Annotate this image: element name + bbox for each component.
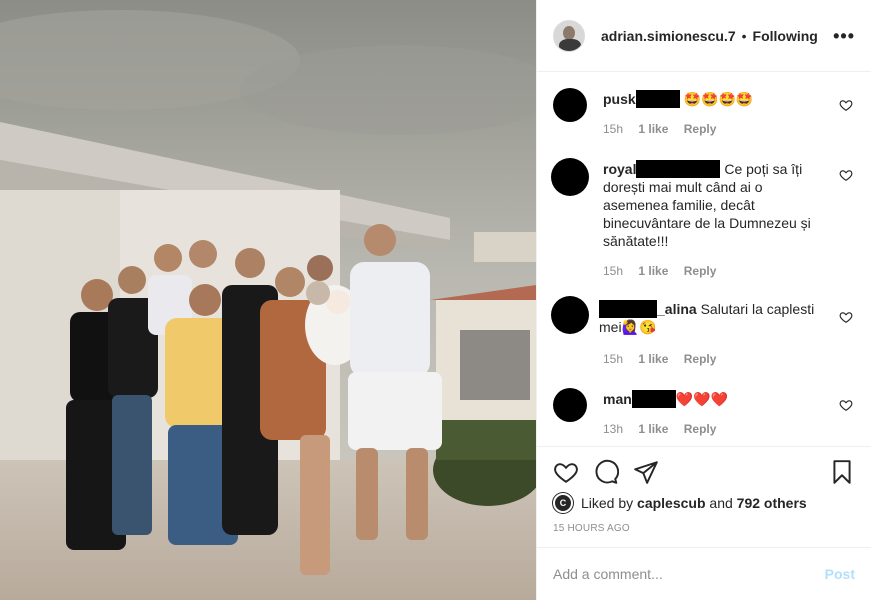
comment-emoji: ❤️❤️❤️ xyxy=(675,391,729,407)
reply-button[interactable]: Reply xyxy=(684,264,717,278)
comment-like-heart-icon[interactable] xyxy=(839,398,853,412)
comment-text: pusk 🤩🤩🤩🤩 xyxy=(603,90,823,108)
commenter-username[interactable]: pusk xyxy=(603,91,636,107)
redaction-bar xyxy=(631,390,676,408)
commenter-avatar[interactable] xyxy=(553,388,587,422)
reply-button[interactable]: Reply xyxy=(684,422,717,436)
comment-like-heart-icon[interactable] xyxy=(839,168,853,182)
comment-likes[interactable]: 1 like xyxy=(638,422,668,436)
more-options-icon[interactable]: ••• xyxy=(833,27,855,45)
avatar-body-shape xyxy=(559,38,581,51)
avatar-head-shape xyxy=(563,25,575,40)
comment-likes[interactable]: 1 like xyxy=(638,264,668,278)
header-separator: • xyxy=(741,27,747,44)
comment-time[interactable]: 15h xyxy=(603,264,623,278)
comment-like-heart-icon[interactable] xyxy=(839,310,853,324)
post-header: adrian.simionescu.7 • Following ••• xyxy=(537,0,871,72)
bookmark-icon[interactable] xyxy=(829,459,855,485)
liker-avatar[interactable]: C xyxy=(553,493,573,513)
author-username[interactable]: adrian.simionescu.7 xyxy=(601,28,736,44)
comment-text: _alina Salutari la caplesti mei🙋‍♀️😘 xyxy=(599,300,823,336)
likes-others-link[interactable]: 792 others xyxy=(737,495,807,511)
commenter-username[interactable]: man xyxy=(603,391,632,407)
comment-meta: 15h 1 like Reply xyxy=(603,352,728,366)
post-actions: C Liked by caplescub and 792 others 15 H… xyxy=(537,446,871,600)
post-timestamp[interactable]: 15 HOURS AGO xyxy=(553,523,630,534)
action-icons-row xyxy=(553,459,855,485)
comment-time[interactable]: 15h xyxy=(603,352,623,366)
comment-item: pusk 🤩🤩🤩🤩 15h 1 like Reply xyxy=(551,88,857,148)
comment-composer: Post xyxy=(537,547,871,600)
comment-likes[interactable]: 1 like xyxy=(638,352,668,366)
commenter-username[interactable]: royal xyxy=(603,161,636,177)
post-comment-button[interactable]: Post xyxy=(825,566,855,582)
comment-time[interactable]: 15h xyxy=(603,122,623,136)
comment-emoji: 🙋‍♀️😘 xyxy=(621,319,657,335)
redaction-bar xyxy=(599,300,657,318)
share-icon[interactable] xyxy=(633,459,659,485)
comment-likes[interactable]: 1 like xyxy=(638,122,668,136)
comment-item: royal Ce poți sa îți dorești mai mult câ… xyxy=(551,158,857,278)
instagram-post: adrian.simionescu.7 • Following ••• pusk… xyxy=(0,0,871,600)
redaction-bar xyxy=(636,160,721,178)
redaction-bar xyxy=(635,90,680,108)
comment-input[interactable] xyxy=(553,566,825,582)
liked-by-prefix: Liked by xyxy=(581,495,634,511)
comment-like-heart-icon[interactable] xyxy=(839,98,853,112)
comment-item: _alina Salutari la caplesti mei🙋‍♀️😘 15h… xyxy=(551,296,857,370)
post-side-panel: adrian.simionescu.7 • Following ••• pusk… xyxy=(536,0,871,600)
comment-meta: 15h 1 like Reply xyxy=(603,122,728,136)
comment-item: man ❤️❤️❤️ 13h 1 like Reply xyxy=(551,388,857,446)
commenter-avatar[interactable] xyxy=(551,158,589,196)
comment-meta: 15h 1 like Reply xyxy=(603,264,728,278)
commenter-avatar[interactable] xyxy=(551,296,589,334)
comment-time[interactable]: 13h xyxy=(603,422,623,436)
commenter-username[interactable]: _alina xyxy=(657,301,697,317)
comment-emoji: 🤩🤩🤩🤩 xyxy=(683,91,754,107)
comments-list[interactable]: pusk 🤩🤩🤩🤩 15h 1 like Reply royal Ce poți… xyxy=(537,72,871,446)
liked-by-joiner: and xyxy=(709,495,733,511)
reply-button[interactable]: Reply xyxy=(684,122,717,136)
family-photo xyxy=(0,0,536,600)
reply-button[interactable]: Reply xyxy=(684,352,717,366)
comment-icon[interactable] xyxy=(593,459,619,485)
commenter-avatar[interactable] xyxy=(553,88,587,122)
liked-by-row: C Liked by caplescub and 792 others xyxy=(553,493,855,513)
comment-text: man ❤️❤️❤️ xyxy=(603,390,823,408)
author-avatar[interactable] xyxy=(553,19,585,52)
comment-meta: 13h 1 like Reply xyxy=(603,422,728,436)
comment-text: royal Ce poți sa îți dorești mai mult câ… xyxy=(603,160,823,250)
post-photo[interactable] xyxy=(0,0,536,600)
following-button[interactable]: Following xyxy=(753,28,818,44)
heart-icon[interactable] xyxy=(553,459,579,485)
liker-username[interactable]: caplescub xyxy=(637,495,705,511)
